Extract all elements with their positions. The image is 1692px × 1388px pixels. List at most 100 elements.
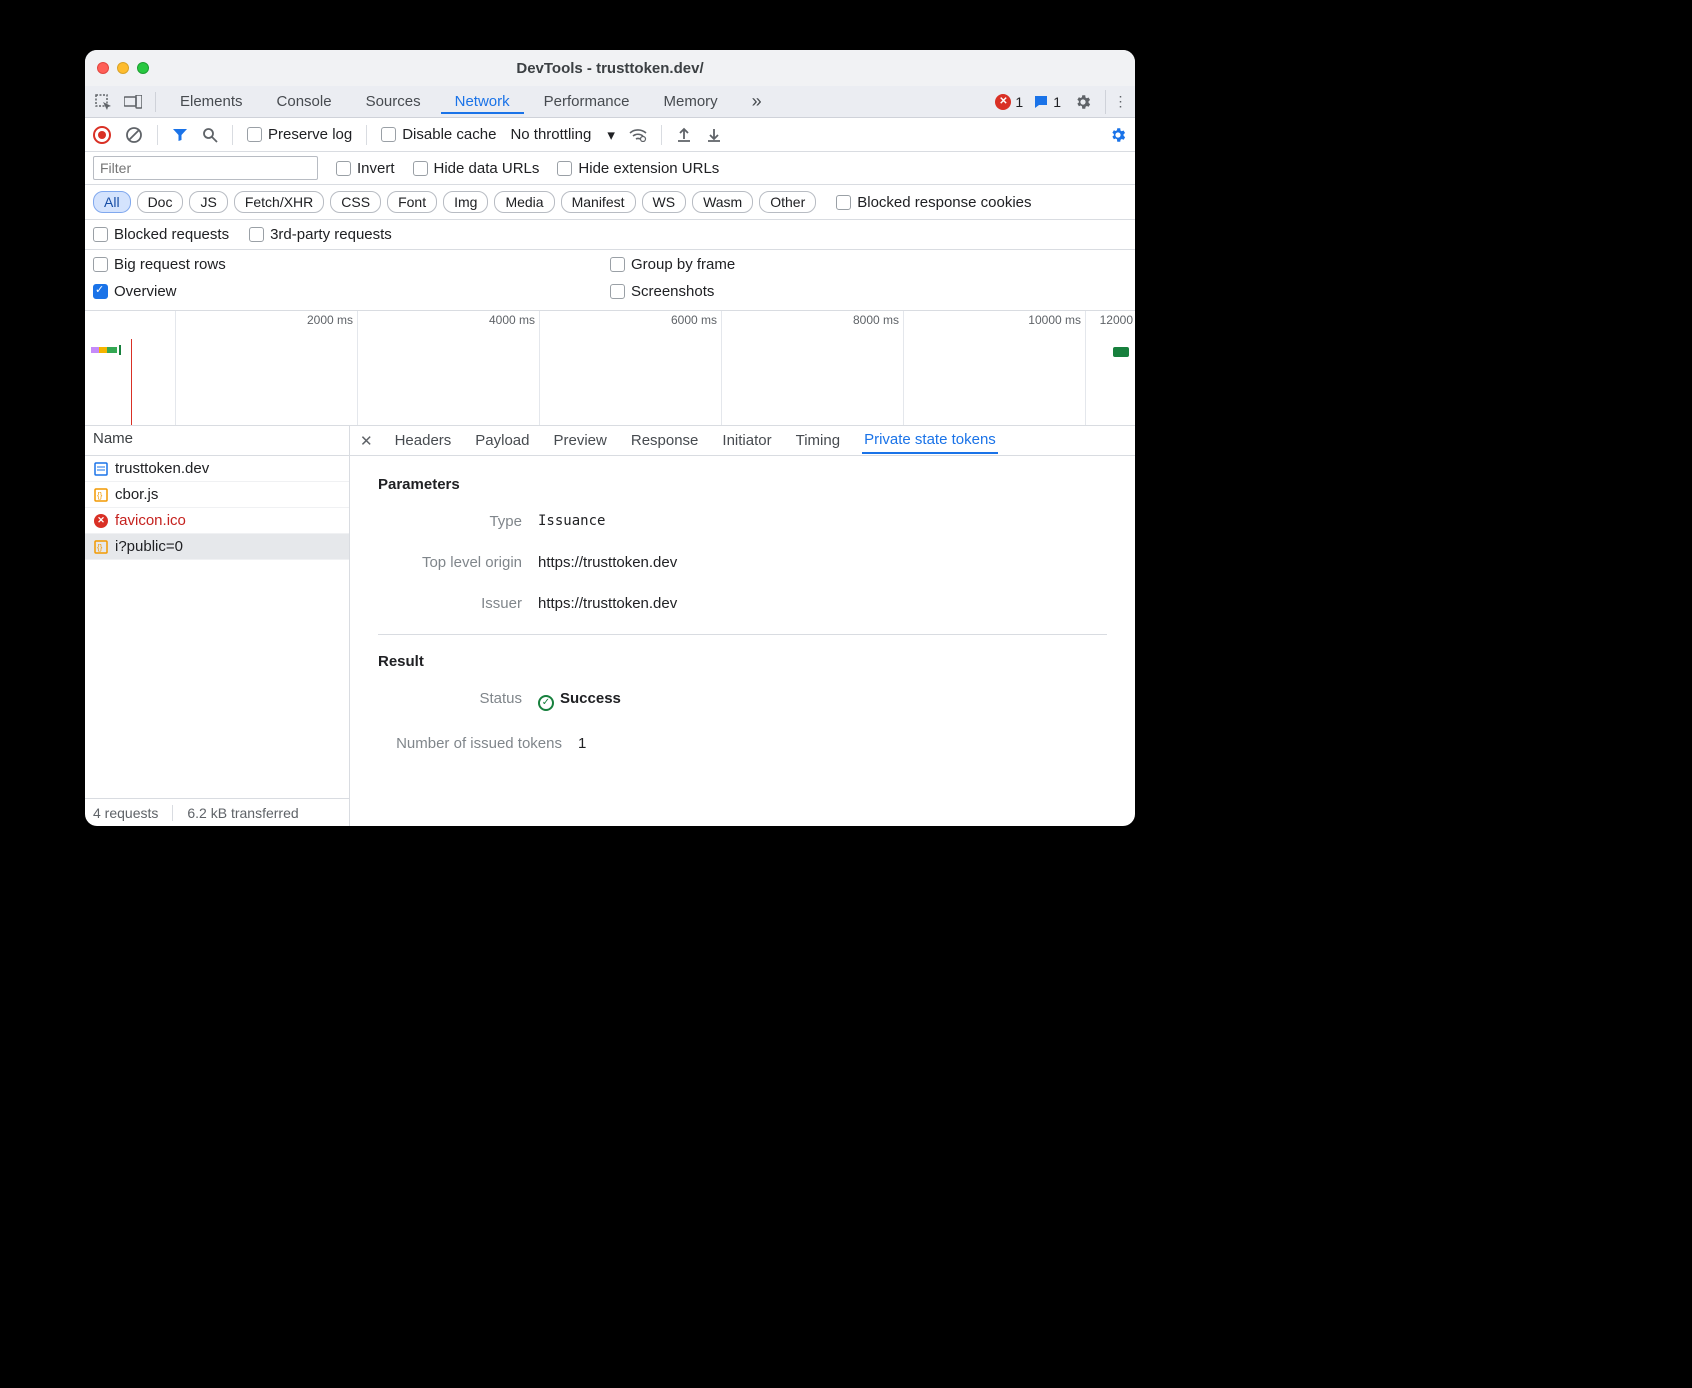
origin-key: Top level origin — [378, 554, 538, 571]
record-button[interactable] — [93, 126, 111, 144]
request-list: Name trusttoken.dev {} cbor.js ✕ favicon… — [85, 426, 350, 826]
overview-checkbox[interactable]: Overview — [93, 283, 610, 300]
error-badge[interactable]: ✕ 1 — [995, 94, 1023, 110]
chip-ws[interactable]: WS — [642, 191, 687, 213]
request-list-header[interactable]: Name — [85, 426, 349, 456]
big-request-rows-checkbox[interactable]: Big request rows — [93, 256, 610, 273]
tab-elements[interactable]: Elements — [166, 89, 257, 114]
type-row: Type Issuance — [378, 507, 1107, 548]
chip-manifest[interactable]: Manifest — [561, 191, 636, 213]
tab-payload[interactable]: Payload — [473, 428, 531, 453]
request-row[interactable]: {} cbor.js — [85, 482, 349, 508]
filter-icon[interactable] — [172, 127, 188, 143]
timeline-cursor — [131, 339, 132, 425]
tab-private-state-tokens[interactable]: Private state tokens — [862, 427, 998, 454]
success-icon — [538, 695, 554, 711]
chip-doc[interactable]: Doc — [137, 191, 184, 213]
chip-other[interactable]: Other — [759, 191, 816, 213]
tab-timing[interactable]: Timing — [794, 428, 842, 453]
error-icon: ✕ — [93, 513, 109, 529]
timeline-tick: 12000 — [1100, 313, 1133, 327]
export-har-icon[interactable] — [706, 127, 722, 143]
settings-icon[interactable] — [1071, 90, 1095, 114]
chip-img[interactable]: Img — [443, 191, 488, 213]
request-row[interactable]: trusttoken.dev — [85, 456, 349, 482]
timeline-segment — [107, 347, 117, 353]
disable-cache-checkbox[interactable]: Disable cache — [381, 126, 496, 143]
request-name: cbor.js — [115, 486, 158, 503]
tab-network[interactable]: Network — [441, 89, 524, 114]
network-toolbar: Preserve log Disable cache No throttling… — [85, 118, 1135, 152]
chip-wasm[interactable]: Wasm — [692, 191, 753, 213]
big-request-rows-label: Big request rows — [114, 256, 226, 273]
timeline-marker — [119, 345, 121, 355]
chip-media[interactable]: Media — [494, 191, 554, 213]
chip-all[interactable]: All — [93, 191, 131, 213]
timeline-segment — [99, 347, 107, 353]
result-title: Result — [378, 653, 1107, 670]
svg-text:{}: {} — [97, 491, 103, 500]
request-name: favicon.ico — [115, 512, 186, 529]
network-conditions-icon[interactable] — [629, 128, 647, 142]
timeline-tick: 4000 ms — [489, 313, 535, 327]
chip-font[interactable]: Font — [387, 191, 437, 213]
status-transferred: 6.2 kB transferred — [187, 805, 298, 821]
timeline-end-marker — [1113, 347, 1129, 357]
chip-css[interactable]: CSS — [330, 191, 381, 213]
request-row[interactable]: ✕ favicon.ico — [85, 508, 349, 534]
hide-data-urls-checkbox[interactable]: Hide data URLs — [413, 160, 540, 177]
preserve-log-label: Preserve log — [268, 126, 352, 143]
status-key: Status — [378, 690, 538, 711]
preserve-log-checkbox[interactable]: Preserve log — [247, 126, 352, 143]
disable-cache-label: Disable cache — [402, 126, 496, 143]
filter-input[interactable] — [93, 156, 318, 180]
device-toolbar-icon[interactable] — [121, 90, 145, 114]
more-menu-icon[interactable]: ⋮ — [1105, 90, 1129, 114]
script-icon: {} — [93, 539, 109, 555]
status-requests: 4 requests — [93, 805, 158, 821]
status-row: Status Success — [378, 684, 1107, 729]
main-tabs: Elements Console Sources Network Perform… — [85, 86, 1135, 118]
blocked-cookies-checkbox[interactable]: Blocked response cookies — [836, 194, 1031, 211]
throttling-select[interactable]: No throttling ▾ — [510, 126, 614, 144]
hide-extension-urls-checkbox[interactable]: Hide extension URLs — [557, 160, 719, 177]
invert-checkbox[interactable]: Invert — [336, 160, 395, 177]
invert-label: Invert — [357, 160, 395, 177]
tab-headers[interactable]: Headers — [393, 428, 454, 453]
window-title: DevTools - trusttoken.dev/ — [85, 60, 1135, 77]
timeline-segment — [91, 347, 99, 353]
message-badge[interactable]: 1 — [1033, 94, 1061, 110]
close-detail-button[interactable]: ✕ — [360, 432, 373, 450]
stage: DevTools - trusttoken.dev/ Elements Cons… — [0, 0, 1692, 1388]
tab-console[interactable]: Console — [263, 89, 346, 114]
group-by-frame-checkbox[interactable]: Group by frame — [610, 256, 1127, 273]
status-value: Success — [538, 690, 621, 711]
tab-response[interactable]: Response — [629, 428, 701, 453]
tab-initiator[interactable]: Initiator — [720, 428, 773, 453]
search-icon[interactable] — [202, 127, 218, 143]
titlebar: DevTools - trusttoken.dev/ — [85, 50, 1135, 86]
chip-js[interactable]: JS — [189, 191, 227, 213]
more-tabs-icon[interactable]: » — [738, 87, 776, 116]
status-text: Success — [560, 690, 621, 707]
tab-memory[interactable]: Memory — [650, 89, 732, 114]
throttling-label: No throttling — [510, 126, 591, 143]
tab-preview[interactable]: Preview — [552, 428, 609, 453]
clear-button[interactable] — [125, 126, 143, 144]
inspect-element-icon[interactable] — [91, 90, 115, 114]
third-party-checkbox[interactable]: 3rd-party requests — [249, 226, 392, 243]
timeline-overview[interactable]: 2000 ms 4000 ms 6000 ms 8000 ms 10000 ms… — [85, 311, 1135, 426]
import-har-icon[interactable] — [676, 127, 692, 143]
tab-performance[interactable]: Performance — [530, 89, 644, 114]
blocked-requests-checkbox[interactable]: Blocked requests — [93, 226, 229, 243]
screenshots-checkbox[interactable]: Screenshots — [610, 283, 1127, 300]
request-row[interactable]: {} i?public=0 — [85, 534, 349, 560]
tab-sources[interactable]: Sources — [352, 89, 435, 114]
request-name: i?public=0 — [115, 538, 183, 555]
network-settings-icon[interactable] — [1109, 126, 1127, 144]
origin-row: Top level origin https://trusttoken.dev — [378, 548, 1107, 589]
issued-tokens-value: 1 — [578, 735, 586, 752]
issuer-row: Issuer https://trusttoken.dev — [378, 589, 1107, 630]
chip-fetch-xhr[interactable]: Fetch/XHR — [234, 191, 324, 213]
requests-split: Name trusttoken.dev {} cbor.js ✕ favicon… — [85, 426, 1135, 826]
